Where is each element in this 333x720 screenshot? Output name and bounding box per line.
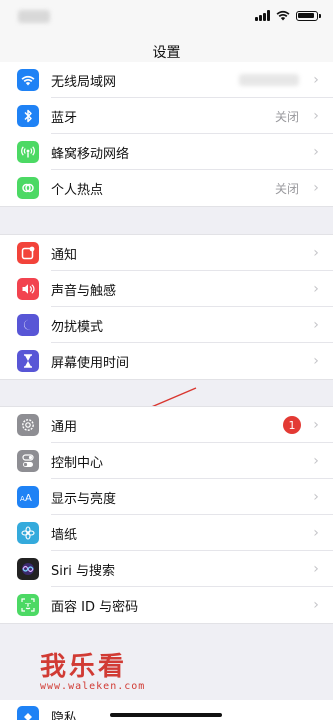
settings-row-siri[interactable]: Siri 与搜索 › [0, 551, 333, 587]
chevron-right-icon: › [313, 453, 319, 469]
chevron-right-icon: › [313, 561, 319, 577]
chevron-right-icon: › [313, 525, 319, 541]
row-label: Siri 与搜索 [51, 563, 115, 579]
home-indicator [110, 713, 222, 717]
row-label: 面容 ID 与密码 [51, 599, 139, 615]
watermark-logo: 我乐看 [40, 652, 128, 682]
siri-icon [17, 558, 39, 580]
display-icon: AA [17, 486, 39, 508]
wallpaper-icon [17, 522, 39, 544]
row-label: 显示与亮度 [51, 491, 117, 507]
update-badge: 1 [283, 416, 301, 434]
settings-row-control-center[interactable]: 控制中心 › [0, 443, 333, 479]
watermark: 我乐看 www.waleken.com [40, 646, 210, 692]
chevron-right-icon: › [313, 489, 319, 505]
faceid-icon [17, 594, 39, 616]
row-label: 通用 [51, 419, 78, 435]
chevron-right-icon: › [313, 417, 319, 433]
gear-icon [17, 414, 39, 436]
settings-row-wallpaper[interactable]: 墙纸 › [0, 515, 333, 551]
privacy-icon [17, 706, 39, 720]
general-group: 通用 1 › 控制中心 › AA 显示与亮度 › 墙纸 › Siri 与搜索 › [0, 406, 333, 624]
watermark-url: www.waleken.com [40, 681, 146, 692]
chevron-right-icon: › [313, 597, 319, 613]
toggles-icon [17, 450, 39, 472]
svg-text:A: A [25, 493, 32, 502]
settings-row-face-id[interactable]: 面容 ID 与密码 › [0, 587, 333, 623]
privacy-group: 隐私 [0, 700, 333, 720]
row-label: 控制中心 [51, 455, 104, 471]
row-label: 墙纸 [51, 527, 78, 543]
settings-row-display[interactable]: AA 显示与亮度 › [0, 479, 333, 515]
settings-row-general[interactable]: 通用 1 › [0, 407, 333, 443]
settings-row-privacy[interactable]: 隐私 [0, 700, 333, 720]
